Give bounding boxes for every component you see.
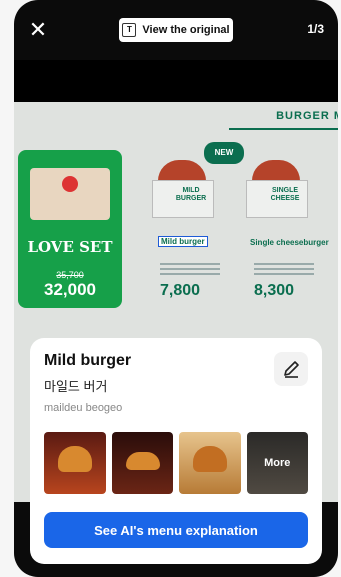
close-button[interactable]: ✕ <box>26 18 50 42</box>
phone-frame: ✕ T View the original 1/3 BURGER M LOVE … <box>14 0 338 577</box>
thumbnail[interactable] <box>111 432 173 494</box>
love-set-price: 32,000 <box>44 280 96 299</box>
dish-title: Mild burger <box>44 352 132 369</box>
dish-detail-sheet: Mild burger 마일드 버거 maildeu beogeo More S… <box>30 338 322 564</box>
love-set-photo <box>30 168 110 220</box>
menu-item-description <box>254 260 314 278</box>
edit-button[interactable] <box>274 352 308 386</box>
love-set-card: LOVE SET 35,700 32,000 <box>18 150 122 308</box>
more-thumbnail[interactable]: More <box>246 432 308 494</box>
more-label: More <box>264 457 291 469</box>
new-badge: NEW <box>204 142 244 164</box>
close-icon: ✕ <box>28 17 48 42</box>
menu-header: BURGER M <box>276 110 338 122</box>
menu-item-price: 7,800 <box>160 282 201 299</box>
love-set-title: LOVE SET <box>27 238 113 256</box>
thumbnail[interactable] <box>44 432 106 494</box>
menu-item-name[interactable]: Single cheeseburger <box>250 238 329 247</box>
text-icon: T <box>122 23 137 37</box>
mild-burger-photo: MILD BURGER <box>152 160 214 218</box>
menu-item-price: 8,300 <box>254 282 295 299</box>
thumbnail[interactable] <box>179 432 241 494</box>
menu-header-underline <box>229 128 338 130</box>
box-label: SINGLE CHEESE <box>270 187 300 202</box>
pencil-icon <box>284 361 299 378</box>
view-original-button[interactable]: T View the original <box>119 18 233 42</box>
photo-thumbnails: More <box>44 432 308 494</box>
menu-item-description <box>160 260 220 278</box>
ai-explanation-button[interactable]: See AI's menu explanation <box>44 512 308 548</box>
love-set-old-price: 35,700 <box>56 270 84 280</box>
image-top-letterbox <box>14 60 338 102</box>
dish-romanization: maildeu beogeo <box>44 402 123 414</box>
dish-korean-name: 마일드 버거 <box>44 379 108 394</box>
top-bar: ✕ T View the original 1/3 <box>14 0 338 60</box>
view-original-label: View the original <box>142 24 230 36</box>
single-cheeseburger-photo: SINGLE CHEESE <box>246 160 308 218</box>
menu-item-name-selected[interactable]: Mild burger <box>158 236 208 247</box>
box-label: MILD BURGER <box>175 187 207 202</box>
page-counter: 1/3 <box>307 22 324 36</box>
